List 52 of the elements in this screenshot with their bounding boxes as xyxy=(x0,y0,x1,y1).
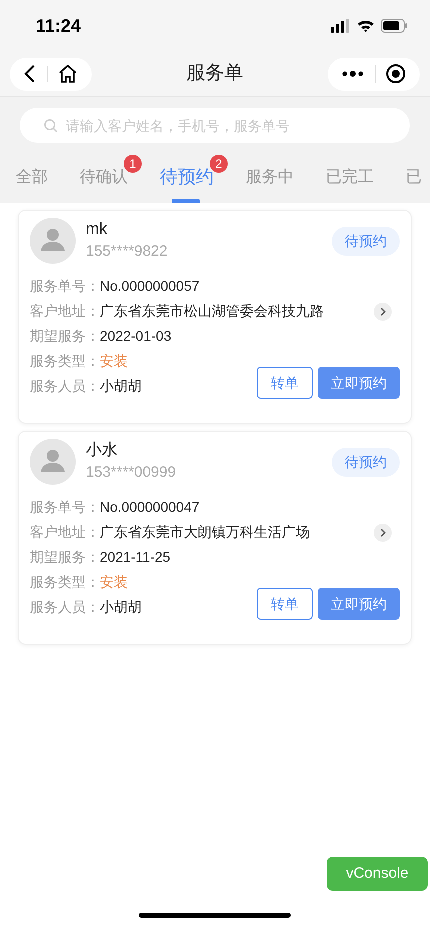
more-icon[interactable] xyxy=(342,71,364,77)
avatar-icon xyxy=(30,439,76,485)
field-value: 安装 xyxy=(100,573,128,592)
action-button[interactable]: 转单 xyxy=(257,367,313,399)
back-icon[interactable] xyxy=(24,65,36,83)
status-tag: 待预约 xyxy=(332,227,400,256)
wifi-icon xyxy=(357,19,375,33)
field-value: No.0000000047 xyxy=(100,498,200,517)
field-value: 小胡胡 xyxy=(100,598,142,617)
search-icon xyxy=(44,119,58,133)
tab[interactable]: 已 xyxy=(406,166,422,203)
count-badge: 2 xyxy=(210,155,228,173)
avatar-icon xyxy=(30,218,76,264)
page-title: 服务单 xyxy=(186,62,244,86)
customer-name: 小水 xyxy=(86,440,119,461)
field-value: 广东省东莞市大朗镇万科生活广场 xyxy=(100,523,311,542)
customer-phone: 153****00999 xyxy=(86,463,178,483)
tab[interactable]: 全部 xyxy=(16,166,48,203)
field-label: 服务单号： xyxy=(30,498,100,517)
customer-name: mk xyxy=(86,220,108,240)
field-value: No.0000000057 xyxy=(100,277,200,296)
field-label: 客户地址： xyxy=(30,302,100,321)
field-value: 小胡胡 xyxy=(100,377,142,396)
field-label: 期望服务： xyxy=(30,548,100,567)
field-label: 服务类型： xyxy=(30,352,100,371)
field-label: 服务人员： xyxy=(30,598,100,617)
active-tab-indicator xyxy=(172,199,200,203)
field-label: 服务类型： xyxy=(30,573,100,592)
tab[interactable]: 服务中 xyxy=(246,166,294,203)
signal-icon xyxy=(331,19,351,33)
vconsole-button[interactable]: vConsole xyxy=(327,857,428,891)
battery-icon xyxy=(381,19,408,33)
field-value: 广东省东莞市松山湖管委会科技九路 xyxy=(100,302,325,321)
action-button[interactable]: 立即预约 xyxy=(318,367,400,399)
close-circle-icon[interactable] xyxy=(386,64,406,84)
tab[interactable]: 已完工 xyxy=(326,166,374,203)
field-label: 服务人员： xyxy=(30,377,100,396)
count-badge: 1 xyxy=(124,155,142,173)
chevron-right-icon[interactable] xyxy=(374,524,392,542)
customer-phone: 155****9822 xyxy=(86,242,169,262)
field-value: 2022-01-03 xyxy=(100,327,172,346)
field-value: 安装 xyxy=(100,352,128,371)
field-value: 2021-11-25 xyxy=(100,548,171,567)
field-label: 客户地址： xyxy=(30,523,100,542)
chevron-right-icon[interactable] xyxy=(374,302,392,320)
field-label: 期望服务： xyxy=(30,327,100,346)
field-label: 服务单号： xyxy=(30,277,100,296)
status-time: 11:24 xyxy=(36,14,82,38)
action-button[interactable]: 立即预约 xyxy=(318,588,400,620)
status-tag: 待预约 xyxy=(332,448,400,477)
home-icon[interactable] xyxy=(58,65,78,83)
action-button[interactable]: 转单 xyxy=(257,588,313,620)
